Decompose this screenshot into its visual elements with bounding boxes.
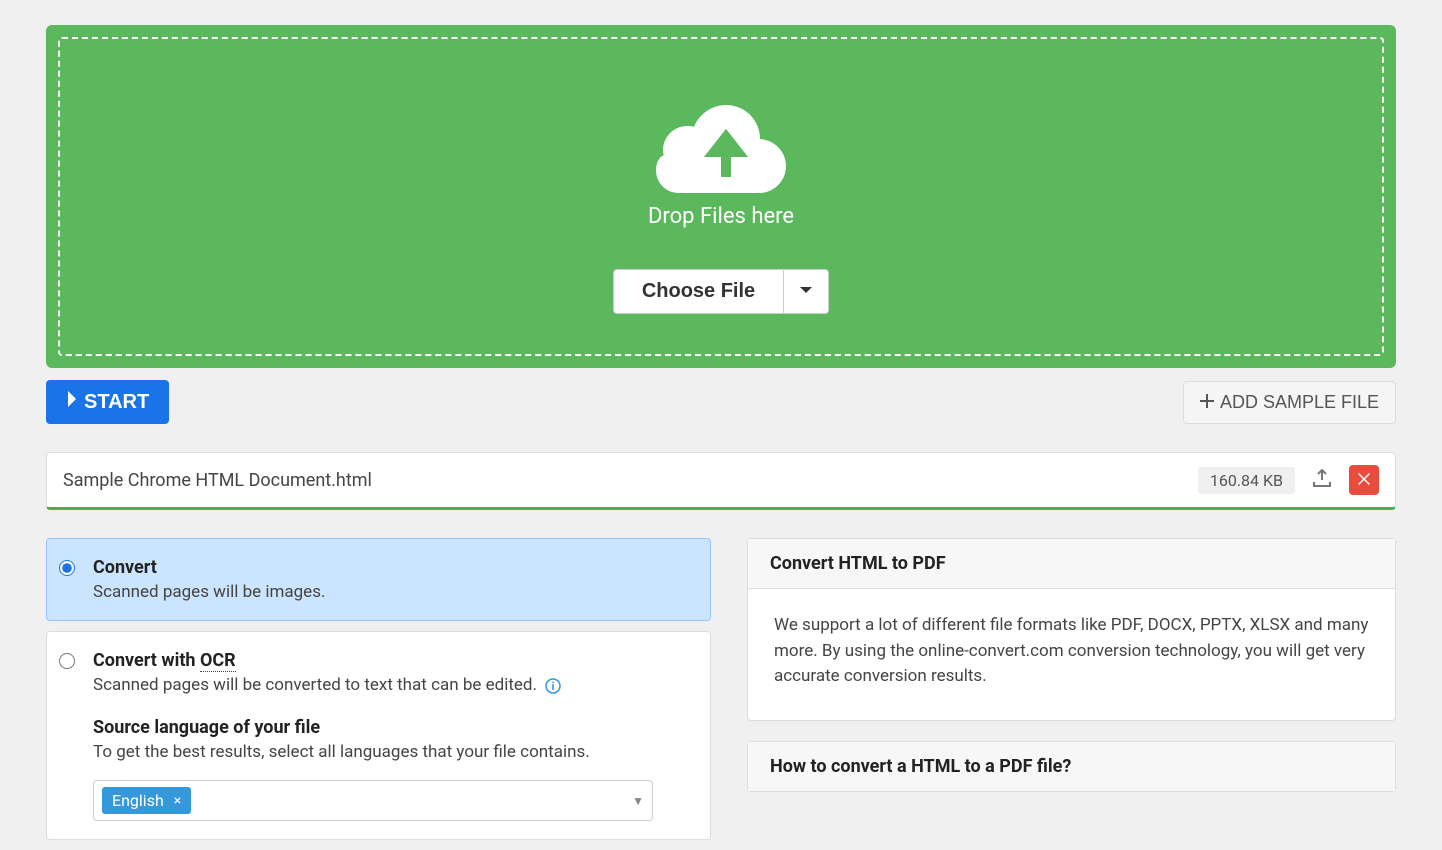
drop-text: Drop Files here (80, 204, 1362, 229)
choose-file-group: Choose File (613, 269, 829, 314)
info-icon[interactable]: i (545, 678, 561, 694)
option-ocr-sub-text: Scanned pages will be converted to text … (93, 675, 537, 695)
convert-info-panel: Convert HTML to PDF We support a lot of … (747, 538, 1396, 721)
caret-down-icon: ▼ (632, 794, 644, 808)
remove-file-button[interactable] (1349, 465, 1379, 495)
convert-info-body: We support a lot of different file forma… (748, 589, 1395, 720)
option-ocr-abbr: OCR (200, 650, 236, 672)
language-tag-close[interactable]: × (174, 793, 181, 809)
howto-title: How to convert a HTML to a PDF file? (748, 742, 1395, 791)
choose-file-button[interactable]: Choose File (613, 269, 784, 314)
language-select[interactable]: English × ▼ (93, 780, 653, 821)
info-column: Convert HTML to PDF We support a lot of … (747, 538, 1396, 850)
file-row-right: 160.84 KB (1198, 465, 1379, 495)
options-column: Convert Scanned pages will be images. Co… (46, 538, 711, 850)
language-tag: English × (102, 787, 191, 814)
start-button[interactable]: START (46, 380, 169, 424)
option-convert-ocr-radio[interactable] (59, 653, 75, 669)
plus-icon (1200, 392, 1214, 413)
upload-icon[interactable] (1311, 468, 1333, 492)
option-convert-radio[interactable] (59, 560, 75, 576)
dropzone[interactable]: Drop Files here Choose File (46, 25, 1396, 368)
file-name: Sample Chrome HTML Document.html (63, 470, 372, 491)
option-convert-ocr[interactable]: Convert with OCR Scanned pages will be c… (46, 631, 711, 840)
file-size: 160.84 KB (1198, 467, 1295, 494)
start-button-label: START (84, 391, 149, 414)
chevron-right-icon (66, 390, 78, 414)
svg-text:i: i (552, 680, 555, 693)
option-convert-title: Convert (93, 557, 325, 578)
action-row: START ADD SAMPLE FILE (46, 380, 1396, 424)
dropzone-inner: Drop Files here Choose File (58, 37, 1384, 356)
choose-file-dropdown-button[interactable] (784, 269, 829, 314)
option-ocr-prefix: Convert with (93, 650, 200, 671)
add-sample-button[interactable]: ADD SAMPLE FILE (1183, 381, 1396, 424)
convert-info-title: Convert HTML to PDF (748, 539, 1395, 589)
chevron-down-icon (798, 282, 814, 301)
howto-panel[interactable]: How to convert a HTML to a PDF file? (747, 741, 1396, 792)
lower-row: Convert Scanned pages will be images. Co… (46, 538, 1396, 850)
source-language-label: Source language of your file (93, 717, 698, 738)
file-row: Sample Chrome HTML Document.html 160.84 … (46, 452, 1396, 510)
add-sample-label: ADD SAMPLE FILE (1220, 392, 1379, 413)
source-language-sub: To get the best results, select all lang… (93, 742, 698, 762)
option-convert-sub: Scanned pages will be images. (93, 582, 325, 602)
option-convert-ocr-sub: Scanned pages will be converted to text … (93, 675, 698, 695)
close-icon (1358, 473, 1370, 488)
option-convert[interactable]: Convert Scanned pages will be images. (46, 538, 711, 621)
language-tag-label: English (112, 791, 164, 810)
cloud-upload-icon (80, 99, 1362, 194)
option-convert-ocr-title: Convert with OCR (93, 650, 698, 671)
